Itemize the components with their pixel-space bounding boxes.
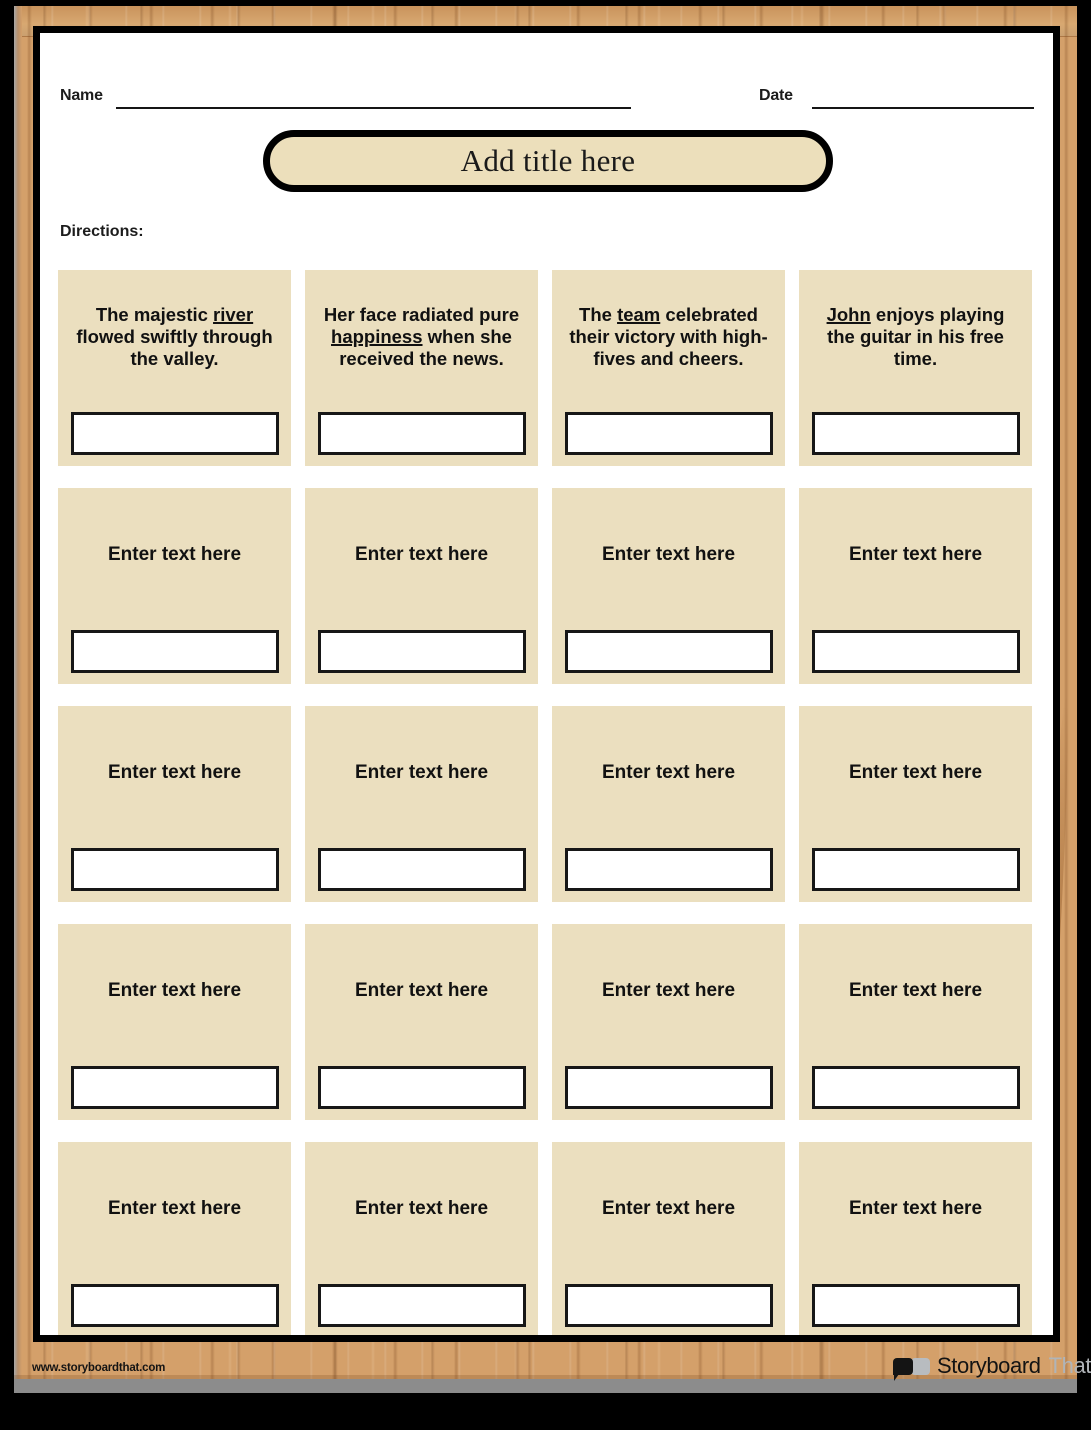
- underlined-word: river: [213, 304, 254, 326]
- placeholder-card[interactable]: Enter text here: [58, 706, 291, 902]
- placeholder-card[interactable]: Enter text here: [799, 488, 1032, 684]
- card-text: The majestic river flowed swiftly throug…: [71, 270, 279, 412]
- card-grid: The majestic river flowed swiftly throug…: [58, 270, 1035, 1335]
- placeholder-card[interactable]: Enter text here: [305, 706, 538, 902]
- page-title: Add title here: [460, 143, 636, 178]
- logo-secondary-text: That: [1048, 1353, 1091, 1378]
- placeholder-card[interactable]: Enter text here: [552, 488, 785, 684]
- answer-box[interactable]: [811, 1066, 1020, 1109]
- placeholder-card[interactable]: Enter text here: [799, 706, 1032, 902]
- card-text: Enter text here: [354, 761, 489, 783]
- sentence-card[interactable]: Her face radiated pure happiness when sh…: [305, 270, 538, 466]
- answer-box[interactable]: [70, 412, 279, 455]
- card-row: The majestic river flowed swiftly throug…: [58, 270, 1035, 466]
- storyboardthat-logo: Storyboard That: [893, 1349, 1091, 1383]
- speech-bubble-dark-icon: [893, 1357, 913, 1381]
- card-text: Enter text here: [107, 979, 242, 1001]
- answer-box[interactable]: [317, 1066, 526, 1109]
- sentence-fragment: The majestic: [95, 304, 214, 326]
- card-text: Enter text here: [601, 979, 736, 1001]
- sentence-fragment: Her face radiated pure: [323, 304, 520, 326]
- answer-box[interactable]: [317, 848, 526, 891]
- sentence-fragment: flowed swiftly through the valley.: [76, 326, 273, 369]
- card-text: Enter text here: [848, 761, 983, 783]
- card-text: Enter text here: [354, 979, 489, 1001]
- speech-bubble-grey-icon: [911, 1357, 930, 1375]
- answer-box[interactable]: [564, 412, 773, 455]
- answer-box[interactable]: [70, 1284, 279, 1327]
- worksheet-black-border: Name Date Add title here Directions: The…: [33, 26, 1060, 1342]
- answer-box[interactable]: [70, 630, 279, 673]
- answer-box[interactable]: [811, 848, 1020, 891]
- answer-box[interactable]: [317, 1284, 526, 1327]
- wood-edge-left: [14, 6, 22, 1393]
- card-text: Enter text here: [601, 761, 736, 783]
- directions-label: Directions:: [60, 223, 144, 240]
- card-text: Enter text here: [354, 543, 489, 565]
- name-date-row: Name Date: [40, 81, 1053, 115]
- name-input-line[interactable]: [116, 107, 631, 109]
- underlined-word: team: [617, 304, 661, 326]
- answer-box[interactable]: [70, 848, 279, 891]
- card-text: Enter text here: [601, 1197, 736, 1219]
- placeholder-card[interactable]: Enter text here: [305, 1142, 538, 1335]
- card-text: Enter text here: [107, 543, 242, 565]
- placeholder-card[interactable]: Enter text here: [552, 706, 785, 902]
- footer-website-url: www.storyboardthat.com: [32, 1362, 166, 1374]
- placeholder-card[interactable]: Enter text here: [58, 924, 291, 1120]
- placeholder-card[interactable]: Enter text here: [305, 924, 538, 1120]
- card-text: Enter text here: [848, 979, 983, 1001]
- placeholder-card[interactable]: Enter text here: [799, 1142, 1032, 1335]
- placeholder-card[interactable]: Enter text here: [552, 1142, 785, 1335]
- card-text: Her face radiated pure happiness when sh…: [318, 270, 526, 412]
- placeholder-card[interactable]: Enter text here: [799, 924, 1032, 1120]
- answer-box[interactable]: [811, 412, 1020, 455]
- card-text: Enter text here: [354, 1197, 489, 1219]
- answer-box[interactable]: [317, 412, 526, 455]
- card-text: Enter text here: [107, 761, 242, 783]
- answer-box[interactable]: [811, 630, 1020, 673]
- card-text: John enjoys playing the guitar in his fr…: [812, 270, 1020, 412]
- placeholder-card[interactable]: Enter text here: [552, 924, 785, 1120]
- card-row: Enter text here Enter text here Enter text…: [58, 1142, 1035, 1335]
- answer-box[interactable]: [811, 1284, 1020, 1327]
- worksheet-sheet: Name Date Add title here Directions: The…: [40, 33, 1053, 1335]
- answer-box[interactable]: [70, 1066, 279, 1109]
- card-row: Enter text here Enter text here Enter text…: [58, 488, 1035, 684]
- logo-primary-text: Storyboard: [937, 1353, 1041, 1378]
- card-text: Enter text here: [601, 543, 736, 565]
- answer-box[interactable]: [564, 1284, 773, 1327]
- card-row: Enter text here Enter text here Enter text…: [58, 924, 1035, 1120]
- placeholder-card[interactable]: Enter text here: [305, 488, 538, 684]
- answer-box[interactable]: [564, 630, 773, 673]
- underlined-word: happiness: [331, 326, 423, 348]
- placeholder-card[interactable]: Enter text here: [58, 488, 291, 684]
- sentence-fragment: The: [579, 304, 618, 326]
- answer-box[interactable]: [317, 630, 526, 673]
- card-text: Enter text here: [848, 1197, 983, 1219]
- placeholder-card[interactable]: Enter text here: [58, 1142, 291, 1335]
- date-label: Date: [759, 87, 793, 104]
- sentence-card[interactable]: The team celebrated their victory with h…: [552, 270, 785, 466]
- title-banner[interactable]: Add title here: [263, 130, 833, 192]
- sentence-card[interactable]: The majestic river flowed swiftly throug…: [58, 270, 291, 466]
- card-row: Enter text here Enter text here Enter text…: [58, 706, 1035, 902]
- date-input-line[interactable]: [812, 107, 1034, 109]
- worksheet-page: Name Date Add title here Directions: The…: [0, 0, 1091, 1430]
- name-label: Name: [60, 87, 103, 104]
- underlined-word: John: [826, 304, 871, 326]
- sentence-card[interactable]: John enjoys playing the guitar in his fr…: [799, 270, 1032, 466]
- card-text: The team celebrated their victory with h…: [565, 270, 773, 412]
- card-text: Enter text here: [107, 1197, 242, 1219]
- card-text: Enter text here: [848, 543, 983, 565]
- answer-box[interactable]: [564, 1066, 773, 1109]
- answer-box[interactable]: [564, 848, 773, 891]
